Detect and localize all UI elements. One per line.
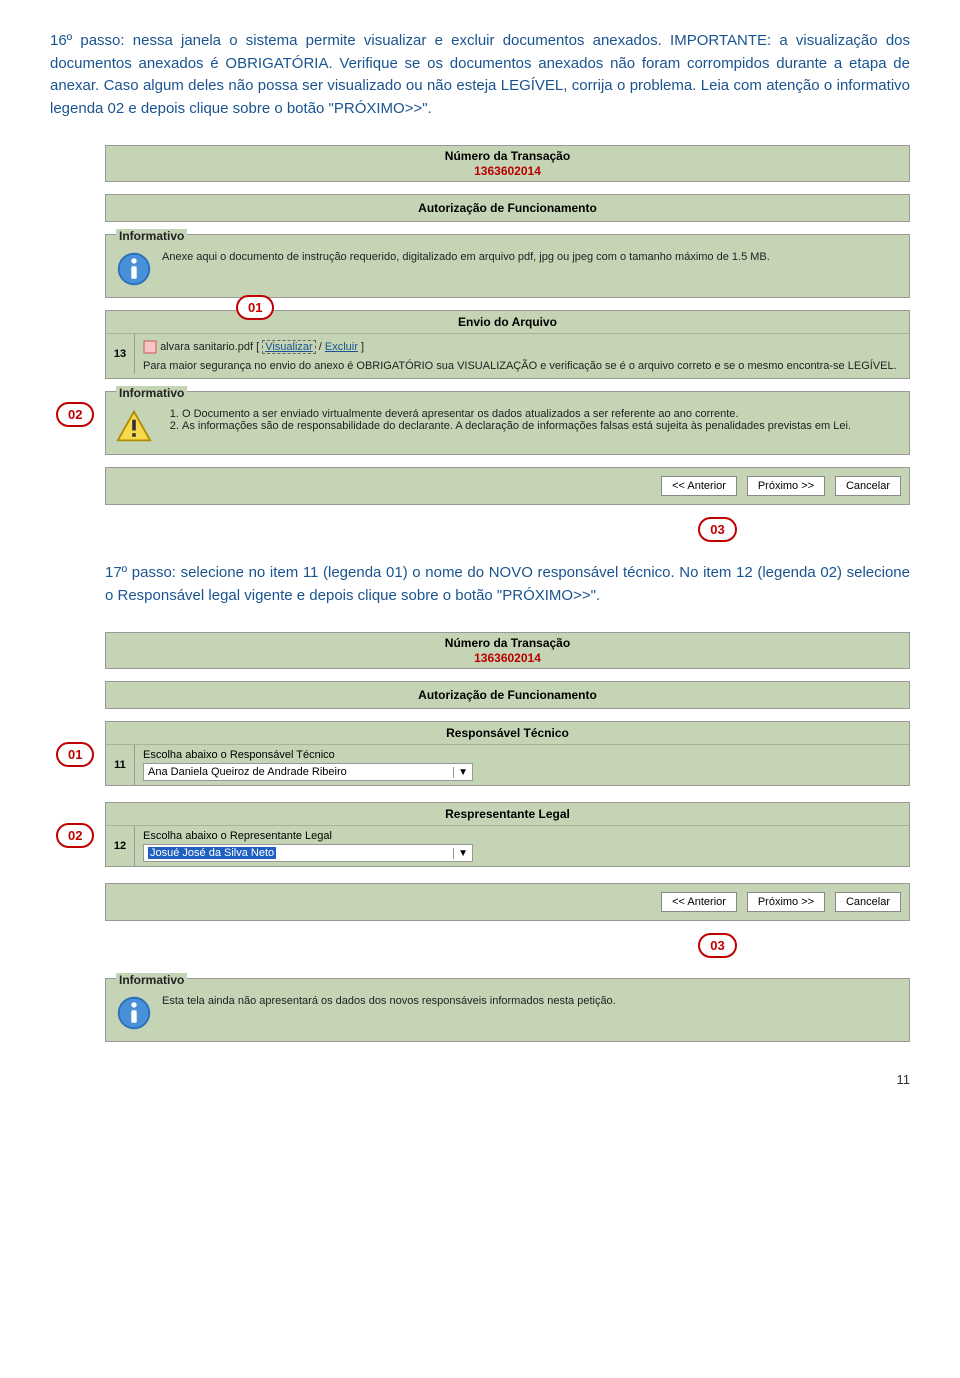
transaction-label: Número da Transação	[106, 146, 909, 164]
bracket-close: ]	[361, 341, 364, 353]
callout-03-step17: 03	[698, 933, 736, 958]
chevron-down-icon: ▼	[453, 767, 468, 778]
informativo1-label: Informativo	[116, 229, 187, 243]
auth-panel-2: Autorização de Funcionamento	[105, 681, 910, 709]
bracket-open: [	[256, 341, 259, 353]
envio-note: Para maior segurança no envio do anexo é…	[143, 360, 901, 372]
visualizar-link[interactable]: Visualizar	[262, 340, 316, 354]
resp-legal-title: Respresentante Legal	[106, 803, 909, 826]
buttons-panel-1: << Anterior Próximo >> Cancelar	[105, 467, 910, 505]
info-icon	[116, 251, 152, 287]
callout-03-step16: 03	[698, 517, 736, 542]
callout-01-step16: 01	[236, 295, 274, 320]
pdf-icon	[143, 340, 157, 354]
resp-tecnico-panel: 01 Responsável Técnico 11 Escolha abaixo…	[105, 721, 910, 786]
proximo-button[interactable]: Próximo >>	[747, 476, 825, 496]
resp-tecnico-value: Ana Daniela Queiroz de Andrade Ribeiro	[148, 766, 347, 778]
excluir-link[interactable]: Excluir	[325, 341, 358, 353]
resp-legal-num: 12	[106, 826, 135, 866]
transaction-panel: Número da Transação 1363602014	[105, 145, 910, 182]
resp-tecnico-label: Escolha abaixo o Responsável Técnico	[143, 749, 901, 761]
envio-title: Envio do Arquivo	[106, 311, 909, 334]
informativo3-label: Informativo	[116, 973, 187, 987]
step16-text: 16º passo: nessa janela o sistema permit…	[50, 30, 910, 120]
sep: /	[319, 341, 322, 353]
page-number: 11	[50, 1072, 910, 1087]
transaction-value: 1363602014	[106, 164, 909, 181]
transaction-panel-2: Número da Transação 1363602014	[105, 632, 910, 669]
informativo3-text: Esta tela ainda não apresentará os dados…	[162, 995, 616, 1007]
anterior-button[interactable]: << Anterior	[661, 476, 737, 496]
window-step16: Número da Transação 1363602014 Autorizaç…	[105, 145, 910, 542]
callout-01-step17: 01	[56, 742, 94, 767]
informativo2-panel: 02 Informativo O Documento a ser enviado…	[105, 391, 910, 455]
auth-panel: Autorização de Funcionamento	[105, 194, 910, 222]
informativo2-label: Informativo	[116, 386, 187, 400]
window-step17: Número da Transação 1363602014 Autorizaç…	[105, 632, 910, 1042]
resp-legal-dropdown[interactable]: Josué José da Silva Neto ▼	[143, 844, 473, 862]
resp-legal-value: Josué José da Silva Neto	[148, 847, 276, 859]
envio-filename: alvara sanitario.pdf	[160, 341, 253, 353]
envio-panel: 01 Envio do Arquivo 13 alvara sanitario.…	[105, 310, 910, 379]
informativo2-item1: O Documento a ser enviado virtualmente d…	[182, 408, 851, 420]
anterior-button-2[interactable]: << Anterior	[661, 892, 737, 912]
chevron-down-icon: ▼	[453, 848, 468, 859]
resp-tecnico-dropdown[interactable]: Ana Daniela Queiroz de Andrade Ribeiro ▼	[143, 763, 473, 781]
callout-02-step16: 02	[56, 402, 94, 427]
informativo2-item2: As informações são de responsabilidade d…	[182, 420, 851, 432]
warning-icon	[116, 408, 152, 444]
resp-tecnico-num: 11	[106, 745, 135, 785]
buttons-panel-2: << Anterior Próximo >> Cancelar	[105, 883, 910, 921]
informativo1-panel: Informativo Anexe aqui o documento de in…	[105, 234, 910, 298]
resp-tecnico-title: Responsável Técnico	[106, 722, 909, 745]
resp-legal-label: Escolha abaixo o Representante Legal	[143, 830, 901, 842]
resp-legal-panel: 02 Respresentante Legal 12 Escolha abaix…	[105, 802, 910, 867]
callout-02-step17: 02	[56, 823, 94, 848]
envio-row-num: 13	[106, 334, 135, 374]
cancelar-button-2[interactable]: Cancelar	[835, 892, 901, 912]
informativo1-text: Anexe aqui o documento de instrução requ…	[162, 251, 770, 263]
auth-title-2: Autorização de Funcionamento	[106, 682, 909, 708]
transaction-label-2: Número da Transação	[106, 633, 909, 651]
cancelar-button[interactable]: Cancelar	[835, 476, 901, 496]
transaction-value-2: 1363602014	[106, 651, 909, 668]
info-icon	[116, 995, 152, 1031]
step17-text: 17º passo: selecione no item 11 (legenda…	[105, 562, 910, 607]
informativo3-panel: Informativo Esta tela ainda não apresent…	[105, 978, 910, 1042]
auth-title: Autorização de Funcionamento	[106, 195, 909, 221]
proximo-button-2[interactable]: Próximo >>	[747, 892, 825, 912]
